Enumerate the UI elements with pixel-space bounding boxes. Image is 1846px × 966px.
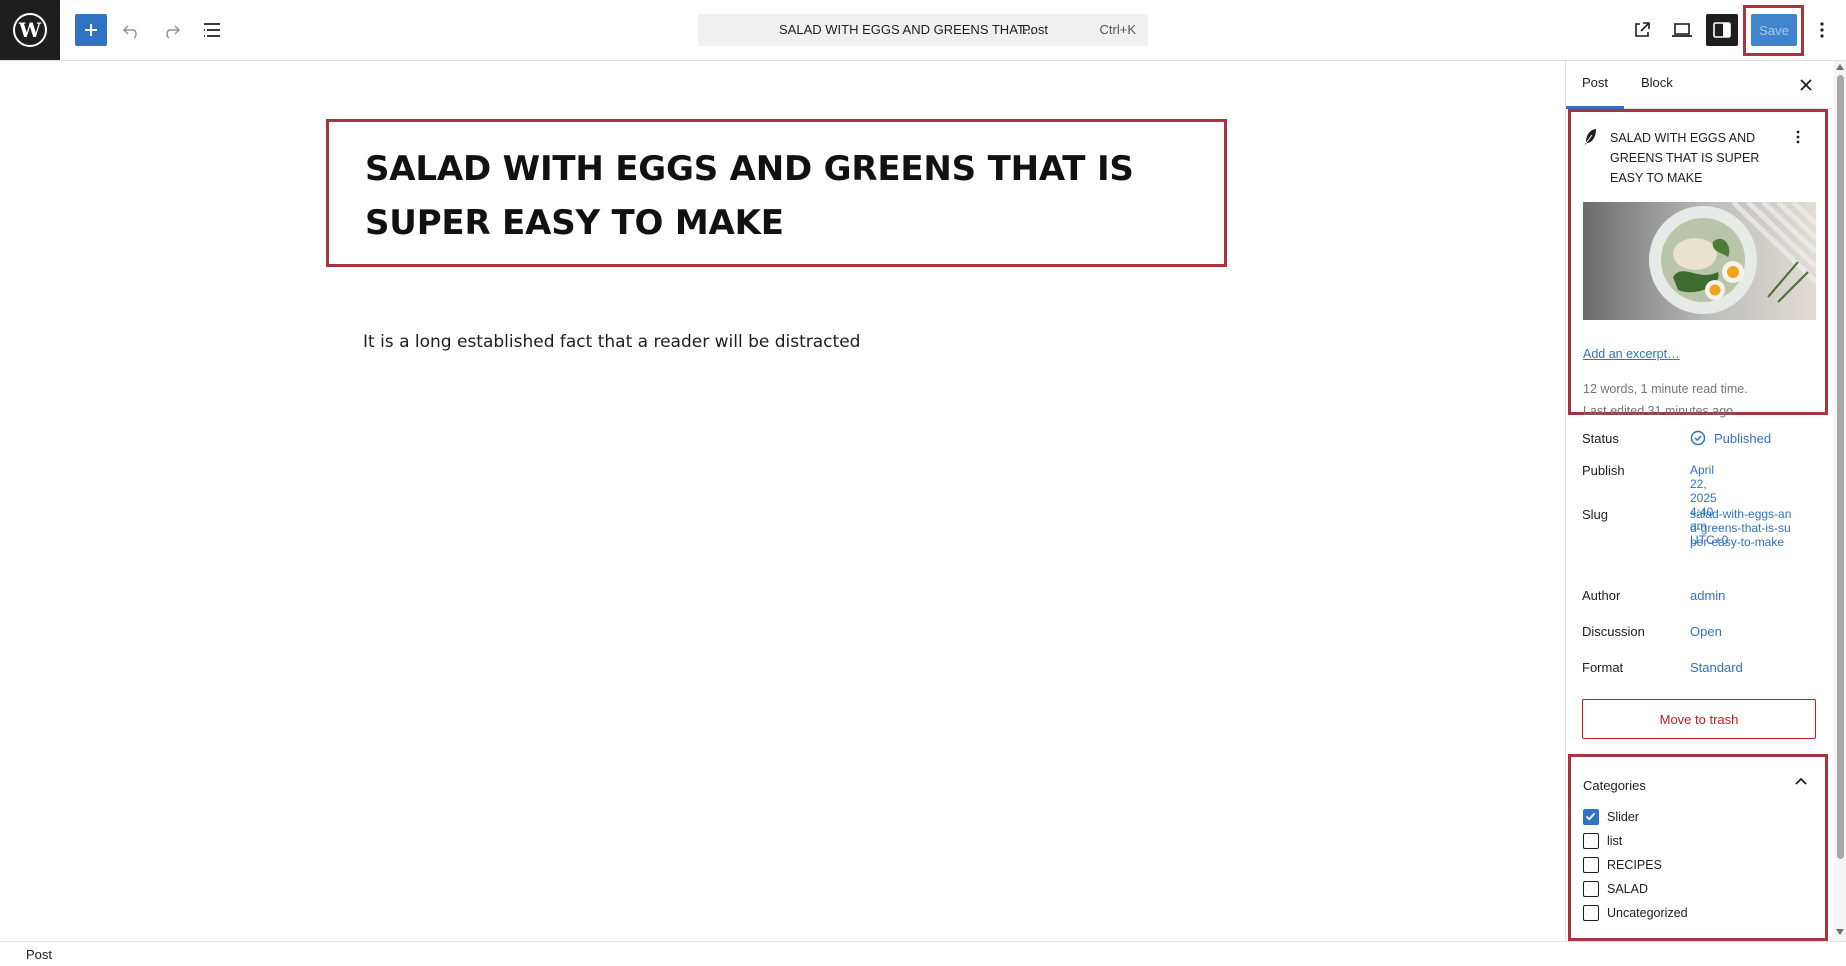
author-value[interactable]: admin [1690, 588, 1725, 603]
category-label: RECIPES [1607, 858, 1662, 872]
format-label: Format [1582, 660, 1624, 675]
breadcrumb-post[interactable]: Post [26, 947, 52, 962]
redo-icon [166, 25, 181, 39]
document-overview-button[interactable] [196, 14, 228, 46]
view-post-button[interactable] [1626, 14, 1658, 46]
undo-button[interactable] [116, 14, 148, 46]
category-checkbox[interactable] [1583, 857, 1599, 873]
scroll-up-arrow-icon[interactable] [1836, 64, 1844, 70]
post-feather-icon [1583, 128, 1599, 151]
redo-button[interactable] [155, 14, 187, 46]
featured-image[interactable] [1583, 202, 1816, 320]
post-title-block[interactable]: SALAD WITH EGGS AND GREENS THAT IS SUPER… [326, 119, 1227, 267]
category-label: SALAD [1607, 882, 1648, 896]
tab-post[interactable]: Post [1582, 75, 1608, 90]
command-bar-type: · Post [1014, 22, 1048, 37]
slug-value[interactable]: salad-with-eggs-and-greens-that-is-super… [1690, 507, 1794, 549]
category-checkbox[interactable] [1583, 809, 1599, 825]
author-label: Author [1582, 588, 1621, 603]
scrollbar-thumb[interactable] [1837, 75, 1844, 859]
category-checkbox[interactable] [1583, 905, 1599, 921]
svg-text:W: W [18, 18, 42, 42]
paragraph-block[interactable]: It is a long established fact that a rea… [363, 332, 860, 352]
last-edited-text: Last edited 31 minutes ago. [1583, 404, 1737, 418]
published-check-icon [1690, 430, 1706, 446]
slug-label: Slug [1582, 507, 1609, 522]
sidebar-scrollbar[interactable] [1834, 61, 1846, 941]
post-summary-panel: SALAD WITH EGGS AND GREENS THAT IS SUPER… [1568, 109, 1828, 418]
category-checkbox[interactable] [1583, 833, 1599, 849]
tab-block[interactable]: Block [1641, 75, 1673, 90]
chevron-up-icon[interactable] [1794, 775, 1808, 794]
discussion-value[interactable]: Open [1690, 624, 1722, 639]
command-palette-bar[interactable]: SALAD WITH EGGS AND GREENS THAT... · Pos… [698, 14, 1148, 46]
wordpress-logo-icon[interactable]: W [0, 0, 60, 60]
word-count-text: 12 words, 1 minute read time. [1583, 382, 1748, 396]
move-to-trash-button[interactable]: Move to trash [1582, 699, 1816, 739]
options-menu-button[interactable] [1806, 14, 1838, 46]
category-checkbox[interactable] [1583, 881, 1599, 897]
command-bar-shortcut: Ctrl+K [1099, 22, 1136, 37]
post-title[interactable]: SALAD WITH EGGS AND GREENS THAT IS SUPER… [365, 142, 1205, 250]
list-view-icon [204, 23, 220, 37]
post-stats: 12 words, 1 minute read time. Last edite… [1583, 378, 1748, 422]
block-inserter-button[interactable] [75, 14, 107, 46]
preview-button[interactable] [1666, 14, 1698, 46]
settings-sidebar-toggle[interactable] [1706, 14, 1738, 46]
editor-canvas: SALAD WITH EGGS AND GREENS THAT IS SUPER… [0, 61, 1564, 941]
category-label: list [1607, 834, 1623, 848]
status-value: Published [1714, 431, 1772, 446]
vertical-ellipsis-icon [1796, 130, 1800, 144]
summary-post-title: SALAD WITH EGGS AND GREENS THAT IS SUPER… [1610, 131, 1760, 185]
publish-label: Publish [1582, 463, 1625, 478]
scroll-down-arrow-icon[interactable] [1836, 929, 1844, 935]
close-icon [1800, 79, 1812, 91]
external-link-icon [1635, 22, 1650, 37]
settings-sidebar: Post Block SALAD WITH EGGS AND GREENS TH… [1565, 61, 1846, 941]
checkmark-icon [1585, 812, 1596, 821]
status-label: Status [1582, 431, 1619, 446]
vertical-ellipsis-icon [1820, 22, 1824, 38]
categories-heading[interactable]: Categories [1583, 778, 1646, 793]
category-label: Slider [1607, 810, 1639, 824]
publish-date: April 22, 2025 [1690, 463, 1717, 505]
desktop-preview-icon [1672, 23, 1692, 37]
post-actions-menu-button[interactable] [1789, 127, 1807, 147]
format-value[interactable]: Standard [1690, 660, 1743, 675]
command-bar-title: SALAD WITH EGGS AND GREENS THAT... [779, 22, 1035, 37]
save-button[interactable]: Save [1751, 14, 1797, 46]
categories-panel: Categories Slider list RECIPES SALAD Unc… [1568, 754, 1828, 941]
sidebar-icon [1713, 22, 1731, 38]
close-sidebar-button[interactable] [1794, 73, 1818, 97]
undo-icon [122, 25, 137, 39]
editor-toolbar: W SALAD WITH EGGS AND GREENS THAT... · P… [0, 0, 1846, 61]
plus-icon [85, 24, 97, 36]
sidebar-tabs: Post Block [1566, 61, 1832, 109]
add-excerpt-link[interactable]: Add an excerpt… [1583, 347, 1680, 361]
block-breadcrumb-bar: Post [0, 941, 1846, 966]
category-label: Uncategorized [1607, 906, 1688, 920]
discussion-label: Discussion [1582, 624, 1645, 639]
